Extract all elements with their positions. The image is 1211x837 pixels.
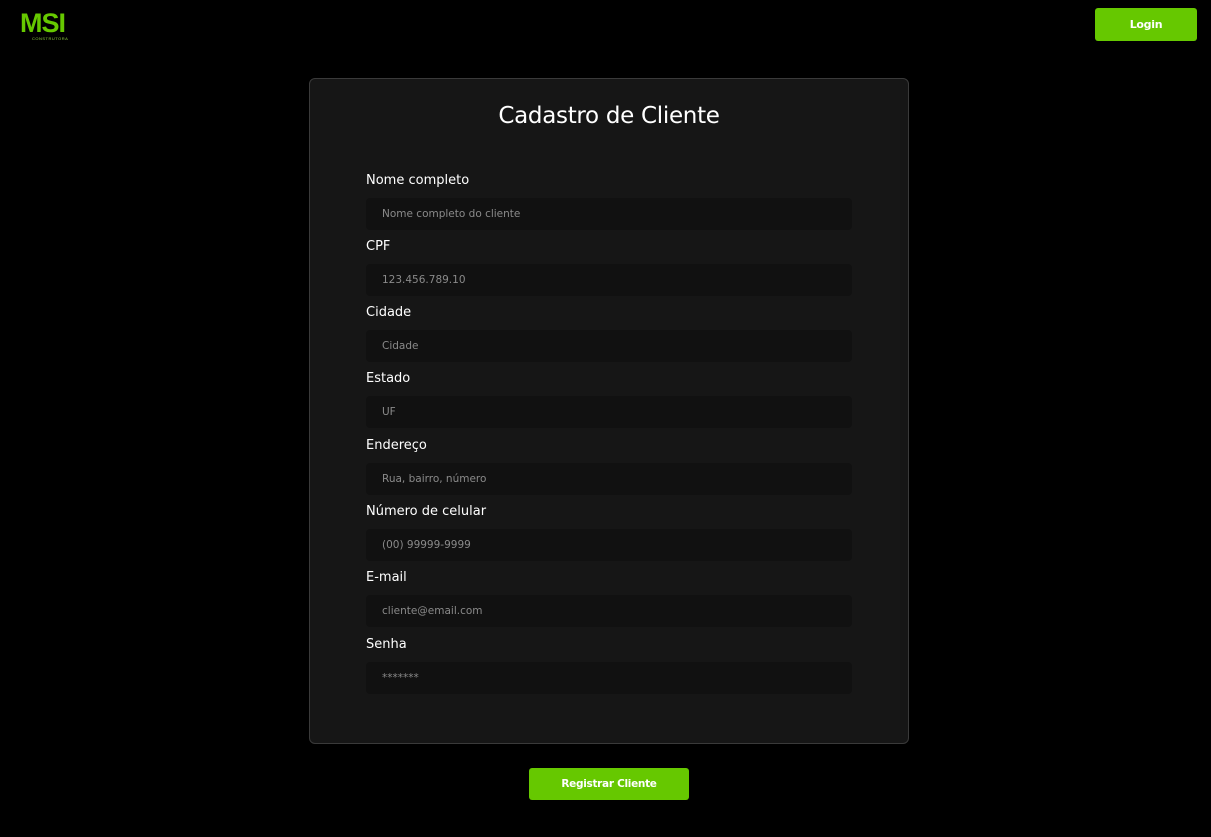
address-label: Endereço xyxy=(366,438,427,453)
logo-subtext: CONSTRUTORA xyxy=(32,36,69,41)
cpf-input[interactable] xyxy=(366,264,852,296)
full-name-field: Nome completo xyxy=(366,171,852,230)
cpf-field: CPF xyxy=(366,237,852,296)
full-name-input[interactable] xyxy=(366,198,852,230)
email-input[interactable] xyxy=(366,595,852,627)
brand-logo[interactable]: MSI CONSTRUTORA xyxy=(20,8,86,42)
password-field: Senha xyxy=(366,635,852,694)
password-input[interactable] xyxy=(366,662,852,694)
phone-label: Número de celular xyxy=(366,504,487,519)
logo-text: MSI xyxy=(20,8,66,38)
city-field: Cidade xyxy=(366,303,852,362)
login-button[interactable]: Login xyxy=(1095,8,1197,41)
state-label: Estado xyxy=(366,371,411,386)
email-label: E-mail xyxy=(366,570,407,585)
full-name-label: Nome completo xyxy=(366,173,470,188)
phone-input[interactable] xyxy=(366,529,852,561)
state-input[interactable] xyxy=(366,396,852,428)
state-field: Estado xyxy=(366,369,852,428)
city-input[interactable] xyxy=(366,330,852,362)
email-field: E-mail xyxy=(366,568,852,627)
register-client-button[interactable]: Registrar Cliente xyxy=(529,768,689,800)
client-registration-form: Cadastro de Cliente Nome completo CPF Ci… xyxy=(309,78,909,744)
city-label: Cidade xyxy=(366,305,412,320)
phone-field: Número de celular xyxy=(366,502,852,561)
cpf-label: CPF xyxy=(366,239,391,254)
password-label: Senha xyxy=(366,637,407,652)
address-input[interactable] xyxy=(366,463,852,495)
page-title: Cadastro de Cliente xyxy=(498,103,720,129)
address-field: Endereço xyxy=(366,436,852,495)
